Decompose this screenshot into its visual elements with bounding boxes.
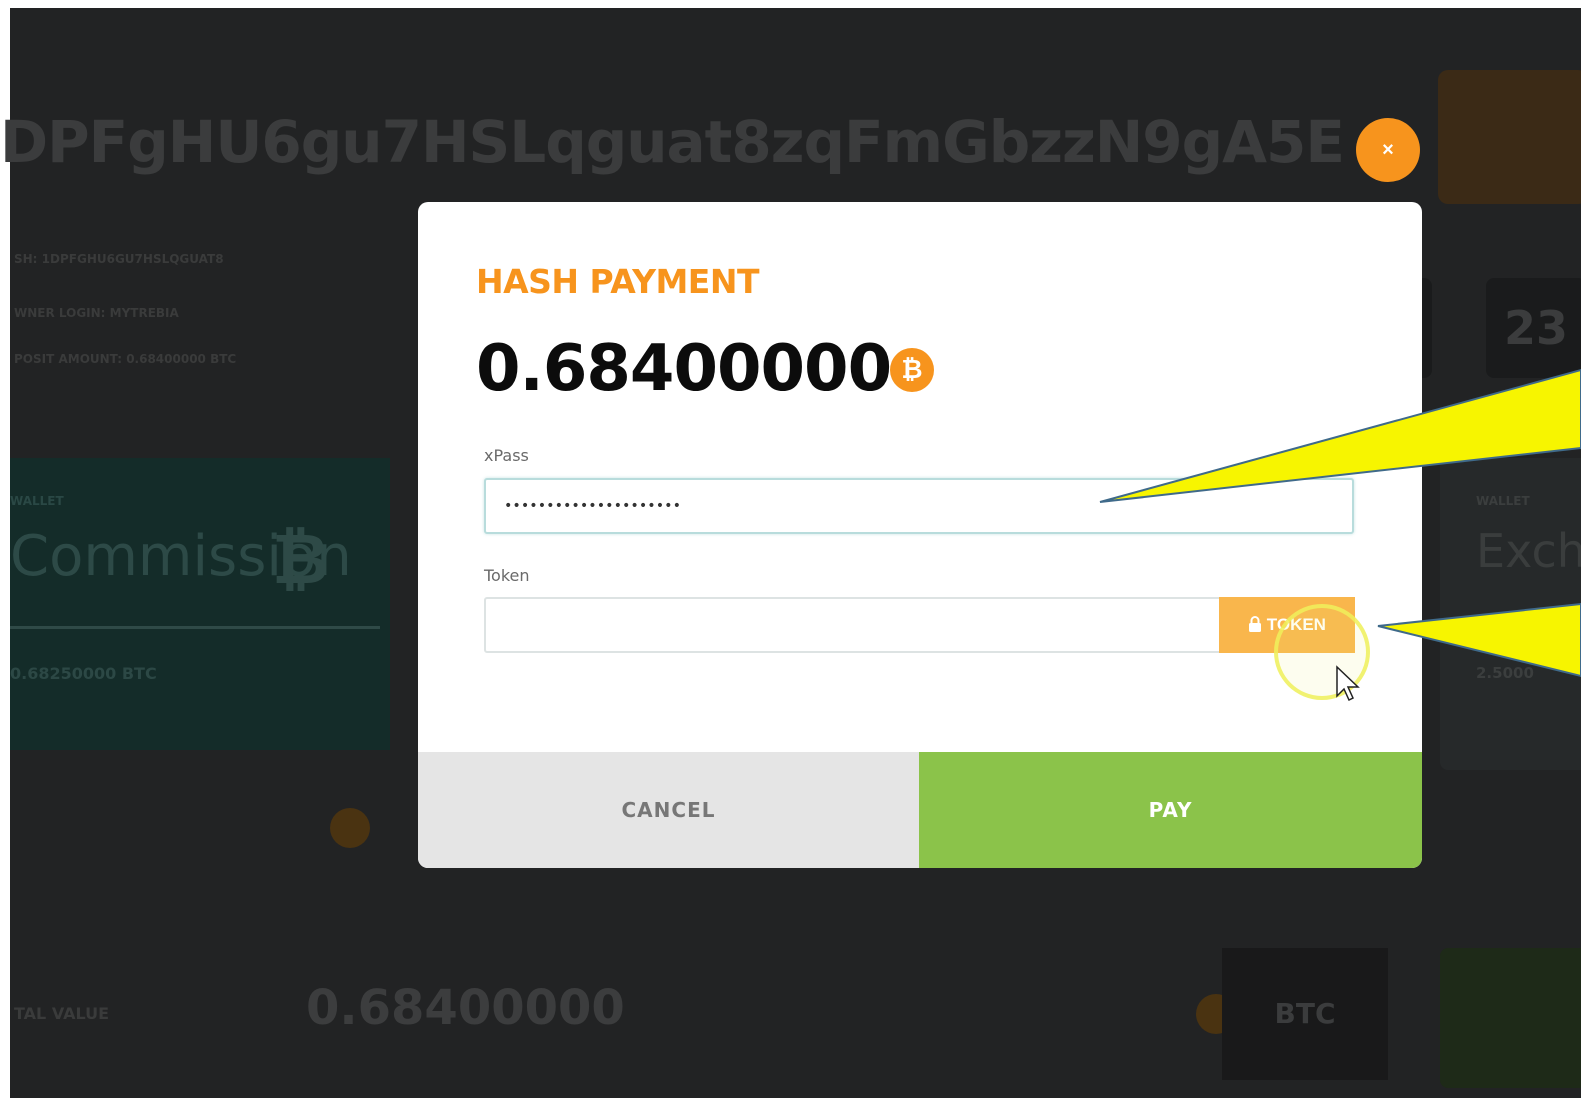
close-icon: × — [1382, 139, 1394, 161]
pay-button[interactable]: PAY — [919, 752, 1422, 868]
cancel-button[interactable]: CANCEL — [418, 752, 919, 868]
lock-icon — [1249, 616, 1262, 632]
wallet-name: Exch — [1476, 524, 1581, 578]
background-total-label: TAL VALUE — [14, 1004, 110, 1023]
wallet-label: WALLET — [1476, 494, 1530, 508]
background-wallet-exchange: WALLET Exch 2.5000 — [1440, 458, 1581, 770]
background-info-hash: SH: 1DPFGHU6GU7HSLQGUAT8 — [14, 252, 224, 266]
window-frame-top — [0, 0, 1581, 8]
background-info-deposit: POSIT AMOUNT: 0.68400000 BTC — [14, 352, 237, 366]
xpass-input[interactable] — [484, 478, 1354, 534]
wallet-amount: 2.5000 — [1476, 664, 1534, 682]
bitcoin-icon: ₿ — [890, 348, 934, 392]
background-green-panel — [1440, 948, 1581, 1088]
background-button — [1438, 70, 1581, 204]
xpass-label: xPass — [484, 446, 529, 465]
bitcoin-icon: ₿ — [272, 518, 330, 600]
divider — [10, 626, 380, 629]
background-currency-box: BTC — [1222, 948, 1388, 1080]
payment-amount: 0.68400000 — [476, 332, 892, 406]
close-button[interactable]: × — [1356, 118, 1420, 182]
background-address-title: DPFgHU6gu7HSLqguat8zqFmGbzzN9gA5E — [0, 108, 1345, 176]
background-counter-box: 23 — [1486, 278, 1581, 378]
modal-title: HASH PAYMENT — [476, 262, 759, 301]
wallet-amount: 0.68250000 BTC — [10, 664, 157, 683]
background-total-value: 0.68400000 — [306, 980, 625, 1036]
hash-payment-modal: HASH PAYMENT 0.68400000 ₿ xPass Token TO… — [418, 202, 1422, 868]
cursor-highlight-ring — [1274, 604, 1370, 700]
background-wallet-commission: WALLET Commission ₿ 0.68250000 BTC — [10, 458, 390, 750]
background-info-owner: WNER LOGIN: MYTREBIA — [14, 306, 179, 320]
bitcoin-icon — [330, 808, 370, 848]
token-label: Token — [484, 566, 530, 585]
wallet-label: WALLET — [10, 494, 64, 508]
